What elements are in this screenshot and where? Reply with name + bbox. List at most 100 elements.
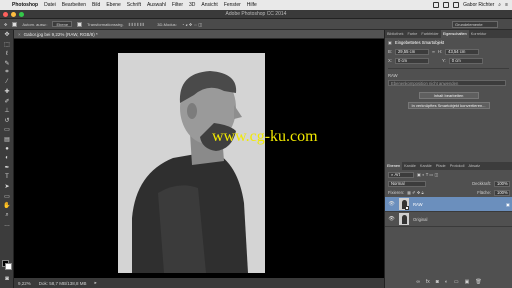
window-title-bar: Adobe Photoshop CC 2014: [0, 10, 512, 19]
status-tray-icon[interactable]: [433, 2, 440, 8]
menu-item-auswahl[interactable]: Auswahl: [147, 2, 166, 8]
status-bar: 9,22% Dok: 58,7 MB/138,8 MB ▸: [14, 278, 384, 288]
type-tool-icon[interactable]: T: [0, 173, 14, 183]
fill-field[interactable]: 100%: [494, 189, 510, 196]
zoom-level[interactable]: 9,22%: [18, 281, 31, 286]
menu-app-name[interactable]: Photoshop: [12, 2, 38, 8]
window-title: Adobe Photoshop CC 2014: [225, 11, 287, 17]
layer-filter-select[interactable]: ⌕ Art: [388, 171, 414, 178]
layer-comp-select[interactable]: Ebenenkomposition nicht anwenden: [388, 80, 506, 86]
tab-korrektur[interactable]: Korrektur: [469, 32, 489, 36]
layer-row-original[interactable]: 👁︎ Original: [385, 212, 512, 227]
height-field[interactable]: 43,54 cm: [445, 48, 480, 55]
tab-pfade[interactable]: Pfade: [434, 164, 448, 168]
close-document-icon[interactable]: ×: [18, 32, 21, 37]
x-field[interactable]: 0 cm: [394, 57, 429, 64]
visibility-eye-icon[interactable]: 👁︎: [388, 216, 395, 222]
quick-mask-icon[interactable]: ◙: [0, 274, 14, 284]
menu-item-filter[interactable]: Filter: [172, 2, 183, 8]
hand-tool-icon[interactable]: ✋: [0, 201, 14, 211]
menu-item-hilfe[interactable]: Hilfe: [247, 2, 257, 8]
tab-absatz[interactable]: Absatz: [466, 164, 482, 168]
menu-item-ebene[interactable]: Ebene: [106, 2, 120, 8]
wifi-icon[interactable]: [443, 2, 450, 8]
menu-item-schrift[interactable]: Schrift: [127, 2, 141, 8]
layer-effects-icon[interactable]: ▣: [506, 202, 510, 207]
menu-item-ansicht[interactable]: Ansicht: [201, 2, 217, 8]
layer-filter-icons[interactable]: ▣ ◐ T ▭ ◫: [417, 172, 438, 177]
mode-3d-label: 3D-Modus:: [157, 21, 177, 27]
stamp-tool-icon[interactable]: ⊥: [0, 106, 14, 116]
crop-tool-icon[interactable]: ⌗: [0, 68, 14, 78]
layer-thumbnail: [399, 198, 409, 210]
status-arrow-icon[interactable]: ▸: [95, 280, 97, 286]
brush-tool-icon[interactable]: ✐: [0, 97, 14, 107]
add-style-icon[interactable]: fx: [426, 279, 430, 285]
document-tab[interactable]: × Gabor.jpg bei 9,22% (RAW, RGB/8) *: [14, 30, 384, 39]
autoselect-checkbox[interactable]: [12, 21, 18, 27]
eyedropper-tool-icon[interactable]: ⁄: [0, 78, 14, 88]
menu-item-bild[interactable]: Bild: [92, 2, 100, 8]
tab-protokoll[interactable]: Protokoll: [448, 164, 467, 168]
tab-farbfelder[interactable]: Farbfelder: [419, 32, 440, 36]
layer-name[interactable]: RAW: [413, 202, 423, 207]
search-icon[interactable]: ⌕: [498, 2, 501, 8]
add-mask-icon[interactable]: ◙: [436, 279, 439, 285]
tab-eigenschaften[interactable]: Eigenschaften: [440, 30, 469, 38]
visibility-eye-icon[interactable]: 👁︎: [388, 201, 395, 207]
menu-item-datei[interactable]: Datei: [44, 2, 56, 8]
opacity-field[interactable]: 100%: [494, 180, 510, 187]
new-layer-icon[interactable]: ▣: [465, 279, 470, 285]
tab-farbe[interactable]: Farbe: [405, 32, 419, 36]
path-select-tool-icon[interactable]: ➤: [0, 182, 14, 192]
pen-tool-icon[interactable]: ✒: [0, 163, 14, 173]
tab-kanaele[interactable]: Kanäle: [402, 164, 418, 168]
layer-thumbnail: [399, 213, 409, 225]
new-group-icon[interactable]: ▭: [454, 279, 459, 285]
lock-icons[interactable]: ▦ ✐ ✥ 🔒︎: [407, 190, 424, 195]
menu-item-bearbeiten[interactable]: Bearbeiten: [62, 2, 86, 8]
gradient-tool-icon[interactable]: ▤: [0, 135, 14, 145]
workspace-select[interactable]: Grundelemente: [452, 20, 498, 28]
blend-mode-select[interactable]: Normal: [388, 180, 426, 187]
transform-controls-checkbox[interactable]: [77, 21, 83, 27]
user-name[interactable]: Gabor Richter: [463, 2, 494, 8]
tab-ebenen[interactable]: Ebenen: [385, 162, 403, 170]
delete-layer-icon[interactable]: 🗑︎: [475, 279, 481, 285]
properties-tab-bar: Bibliothek Farbe Farbfelder Eigenschafte…: [385, 30, 512, 38]
tab-kanaele-2[interactable]: Kanäle: [418, 164, 434, 168]
healing-tool-icon[interactable]: ✚: [0, 87, 14, 97]
blur-tool-icon[interactable]: ●: [0, 144, 14, 154]
move-tool-icon[interactable]: ✥: [0, 30, 14, 40]
autoselect-target-select[interactable]: Ebene: [52, 21, 73, 27]
move-tool-icon[interactable]: ✥: [4, 22, 7, 27]
link-dimensions-icon[interactable]: ∞: [432, 49, 435, 54]
adjustment-layer-icon[interactable]: ◐: [445, 279, 448, 285]
edit-contents-button[interactable]: Inhalt bearbeiten: [418, 91, 479, 99]
y-field[interactable]: 0 cm: [448, 57, 483, 64]
3d-mode-icons[interactable]: ◔ ◕ ✥ ⇔ ◫: [182, 22, 202, 27]
volume-icon[interactable]: [453, 2, 460, 8]
background-color-swatch[interactable]: [5, 263, 12, 270]
marquee-tool-icon[interactable]: ⬚: [0, 40, 14, 50]
menu-item-fenster[interactable]: Fenster: [224, 2, 241, 8]
layer-name[interactable]: Original: [413, 217, 427, 222]
layer-row-raw[interactable]: 👁︎ RAW ▣: [385, 197, 512, 212]
eraser-tool-icon[interactable]: ▭: [0, 125, 14, 135]
properties-title: Eingebettetes Smartobjekt: [394, 40, 445, 45]
history-brush-tool-icon[interactable]: ↺: [0, 116, 14, 126]
link-layers-icon[interactable]: ∞: [416, 279, 420, 285]
width-field[interactable]: 29,55 cm: [394, 48, 429, 55]
lasso-tool-icon[interactable]: ℓ: [0, 49, 14, 59]
tab-bibliothek[interactable]: Bibliothek: [385, 32, 405, 36]
more-tools-icon[interactable]: …: [0, 220, 14, 230]
quick-select-tool-icon[interactable]: ✎: [0, 59, 14, 69]
menu-item-3d[interactable]: 3D: [189, 2, 195, 8]
document-size[interactable]: Dok: 58,7 MB/138,8 MB: [39, 281, 87, 286]
shape-tool-icon[interactable]: ▭: [0, 192, 14, 202]
zoom-tool-icon[interactable]: ⌕: [0, 211, 14, 221]
menu-list-icon[interactable]: ≡: [505, 2, 508, 8]
dodge-tool-icon[interactable]: ◐: [0, 154, 14, 164]
convert-to-linked-button[interactable]: In verknüpftes Smartobjekt konvertieren.…: [407, 101, 490, 109]
align-icons[interactable]: ⫴ ⫴ ⫴ ⫴ ⫴ ⫴: [129, 22, 145, 27]
